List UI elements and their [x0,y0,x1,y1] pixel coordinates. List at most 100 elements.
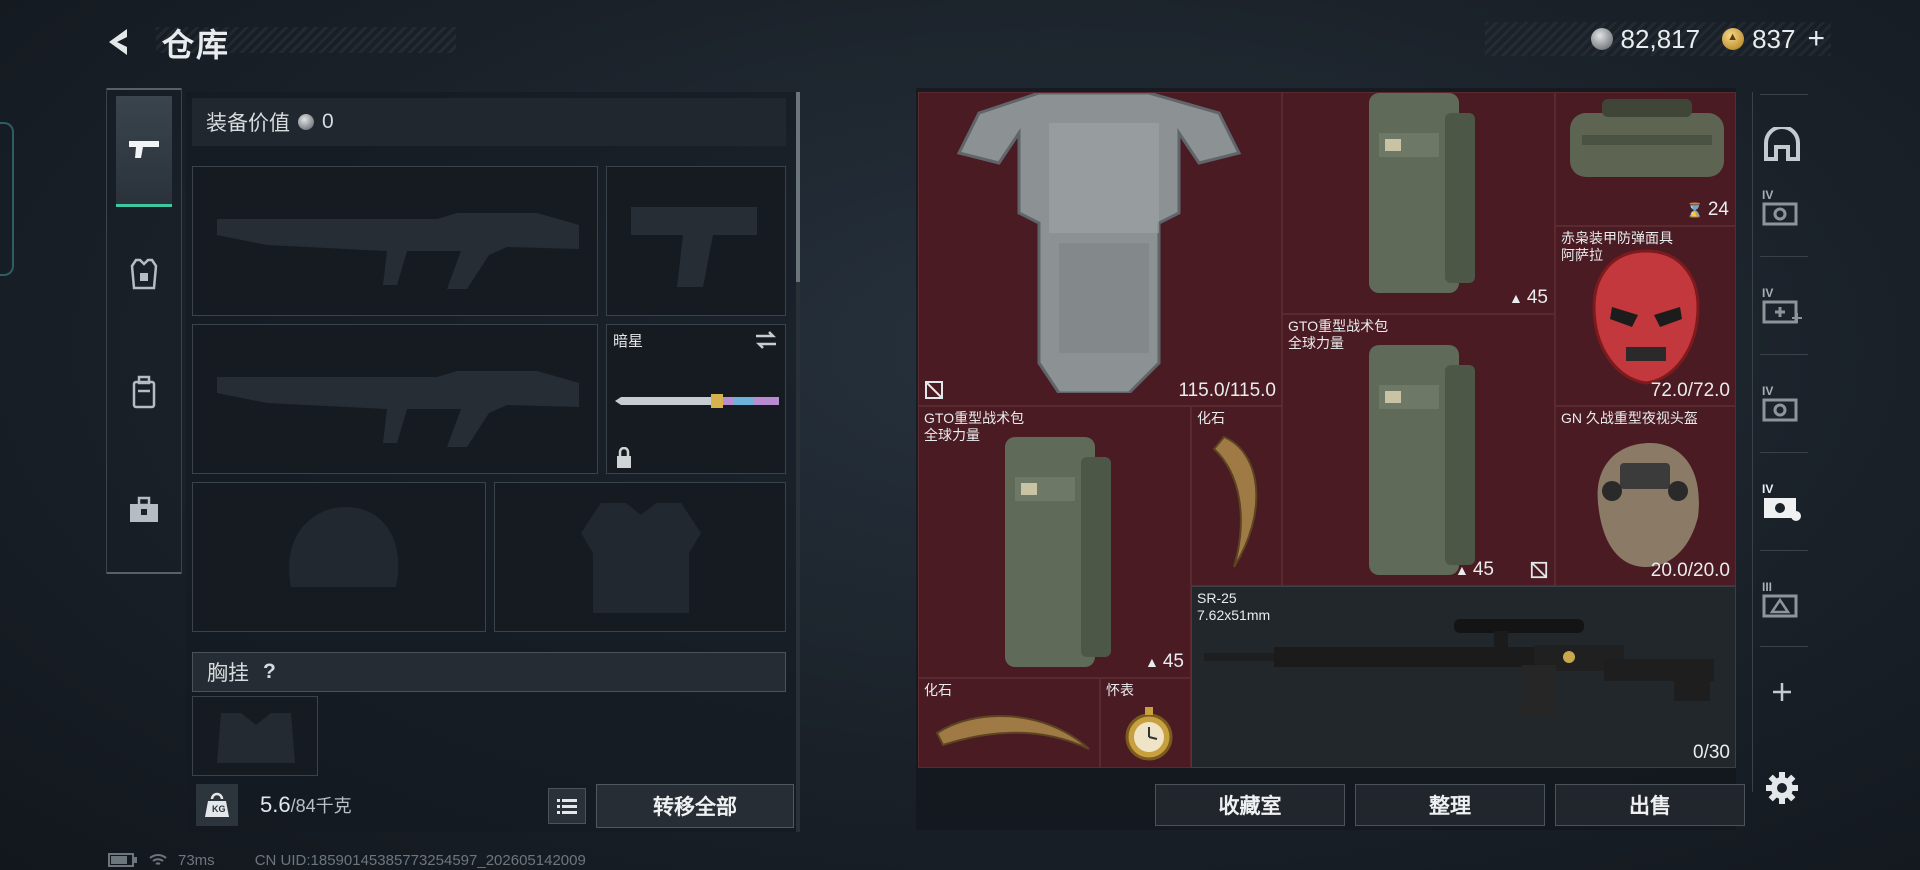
melee-slot[interactable]: 暗星 [606,324,786,474]
capacity-icon: ⌛ [1686,201,1704,218]
night-vision-helmet-icon [1597,443,1699,567]
duffel-bag-icon [1570,99,1724,177]
no-repair-icon [925,381,943,399]
storage-item-backpack[interactable]: GTO重型战术包 全球力量 ▲ 45 [918,406,1191,678]
rifle-silhouette-icon [217,213,579,289]
item-durability: 72.0/72.0 [1650,380,1730,401]
chest-rig-slot[interactable] [192,696,318,776]
storage-tab-5-icon: III [1760,580,1804,620]
tab-case[interactable] [116,456,172,564]
wifi-icon [149,854,167,865]
list-icon [557,799,577,814]
silver-coin-icon [298,114,314,130]
item-durability: 115.0/115.0 [1178,380,1276,401]
storage-item-body-armor[interactable]: 115.0/115.0 [918,92,1282,406]
item-name: 化石 [1197,410,1225,426]
equipment-value-row: 装备价值 0 [192,98,786,146]
tab-armor[interactable] [116,220,172,328]
storage-tab-3-icon: IV [1760,384,1804,424]
chest-rig-header: 胸挂 ? [192,652,786,692]
side-drawer-handle[interactable] [0,122,14,276]
help-icon[interactable]: ? [263,660,276,684]
rail-divider [1760,452,1808,453]
storage-grid: 115.0/115.0 ▲ 45 ⌛ 24 赤枭装甲防弹面具 阿萨拉 72.0/72… [918,92,1736,768]
loadout-category-rail [106,88,182,574]
silver-coin-icon [1590,28,1613,50]
storage-tab-4[interactable]: IV [1756,472,1808,532]
storage-item-backpack[interactable]: GTO重型战术包 全球力量 ▲ 45 [1282,314,1555,586]
storage-item-helmet[interactable]: GN 久战重型夜视头盔 20.0/20.0 [1555,406,1736,586]
sidearm-slot[interactable] [606,166,786,316]
weight-icon: KG [196,784,238,826]
capacity-icon: ▲ [1455,562,1469,578]
storage-item-backpack[interactable]: ▲ 45 [1282,92,1555,314]
item-capacity: ⌛ 24 [1686,199,1729,220]
storage-tab-4-icon: IV [1760,482,1804,522]
helmet-silhouette-icon [289,507,399,587]
add-tab-icon [1773,683,1791,701]
storage-item-rifle[interactable]: SR-25 7.62x51mm 0/30 [1191,586,1736,768]
back-button[interactable] [100,22,140,62]
capacity-icon: ▲ [1145,654,1159,670]
rail-divider [1760,354,1808,355]
storage-tab-5[interactable]: III [1756,570,1808,630]
tactical-backpack-icon [1005,437,1111,667]
rifle-silhouette-icon [217,371,579,447]
sort-button[interactable]: 整理 [1355,784,1545,826]
weight-bar: KG 5.6/84千克 转移全部 [186,780,798,830]
storage-item-face-shield[interactable]: 赤枭装甲防弹面具 阿萨拉 72.0/72.0 [1555,226,1736,406]
body-armor-slot[interactable] [494,482,786,632]
chest-rig-label: 胸挂 [207,662,249,685]
sell-button[interactable]: 出售 [1555,784,1745,826]
loadout-scrollbar-thumb[interactable] [796,92,800,282]
storage-tab-1-icon: IV [1760,188,1804,228]
swap-icon[interactable] [753,329,779,351]
secondary-weapon-slot[interactable] [192,324,598,474]
storage-item-fossil[interactable]: 化石 [918,678,1100,768]
weight-readout: 5.6/84千克 [260,792,352,818]
rail-divider [1760,256,1808,257]
page-title: 仓库 [162,27,231,63]
primary-weapon-slot[interactable] [192,166,598,316]
helmet-slot[interactable] [192,482,486,632]
list-view-button[interactable] [548,788,586,824]
fossil-claw-icon [935,714,1090,750]
backpack-icon [132,375,156,409]
pistol-silhouette-icon [631,207,757,287]
capacity-icon: ▲ [1509,290,1523,306]
ping-value: 73ms [178,851,215,869]
storage-item-pocket-watch[interactable]: 怀表 [1100,678,1191,768]
tab-weapons[interactable] [116,96,172,207]
settings-button[interactable] [1756,758,1808,818]
knife-icon [615,394,779,408]
rail-divider [1760,550,1808,551]
item-name: 怀表 [1106,682,1134,698]
chest-rig-silhouette-icon [217,713,295,763]
storage-item-fossil[interactable]: 化石 [1191,406,1282,586]
pocket-watch-icon [1125,707,1173,761]
tactical-backpack-icon [1369,345,1475,575]
item-capacity: ▲ 45 [1455,559,1494,580]
tab-backpack[interactable] [116,338,172,446]
item-durability: 20.0/20.0 [1650,560,1730,581]
body-armor-icon [956,93,1242,393]
add-currency-button[interactable]: + [1807,24,1825,54]
storage-tab-2[interactable]: IV [1756,276,1808,336]
armor-vest-icon [130,258,158,290]
melee-name: 暗星 [613,333,644,350]
transfer-all-button[interactable]: 转移全部 [596,784,794,828]
item-capacity: ▲ 45 [1509,287,1548,308]
sniper-rifle-icon [1204,619,1714,715]
item-name: 化石 [924,682,952,698]
collection-room-button[interactable]: 收藏室 [1155,784,1345,826]
storage-main-tab[interactable] [1756,114,1808,174]
storage-item-duffel-bag[interactable]: ⌛ 24 [1555,92,1736,226]
currency-bar: 82,817 837 + [1485,22,1831,56]
storage-tab-2-icon: IV [1760,286,1804,326]
storage-tab-1[interactable]: IV [1756,178,1808,238]
item-ammo: 0/30 [1693,742,1730,763]
storage-tab-3[interactable]: IV [1756,374,1808,434]
weight-value: 5.6 [260,792,291,817]
rail-divider [1760,646,1808,647]
add-storage-tab-button[interactable] [1756,662,1808,722]
